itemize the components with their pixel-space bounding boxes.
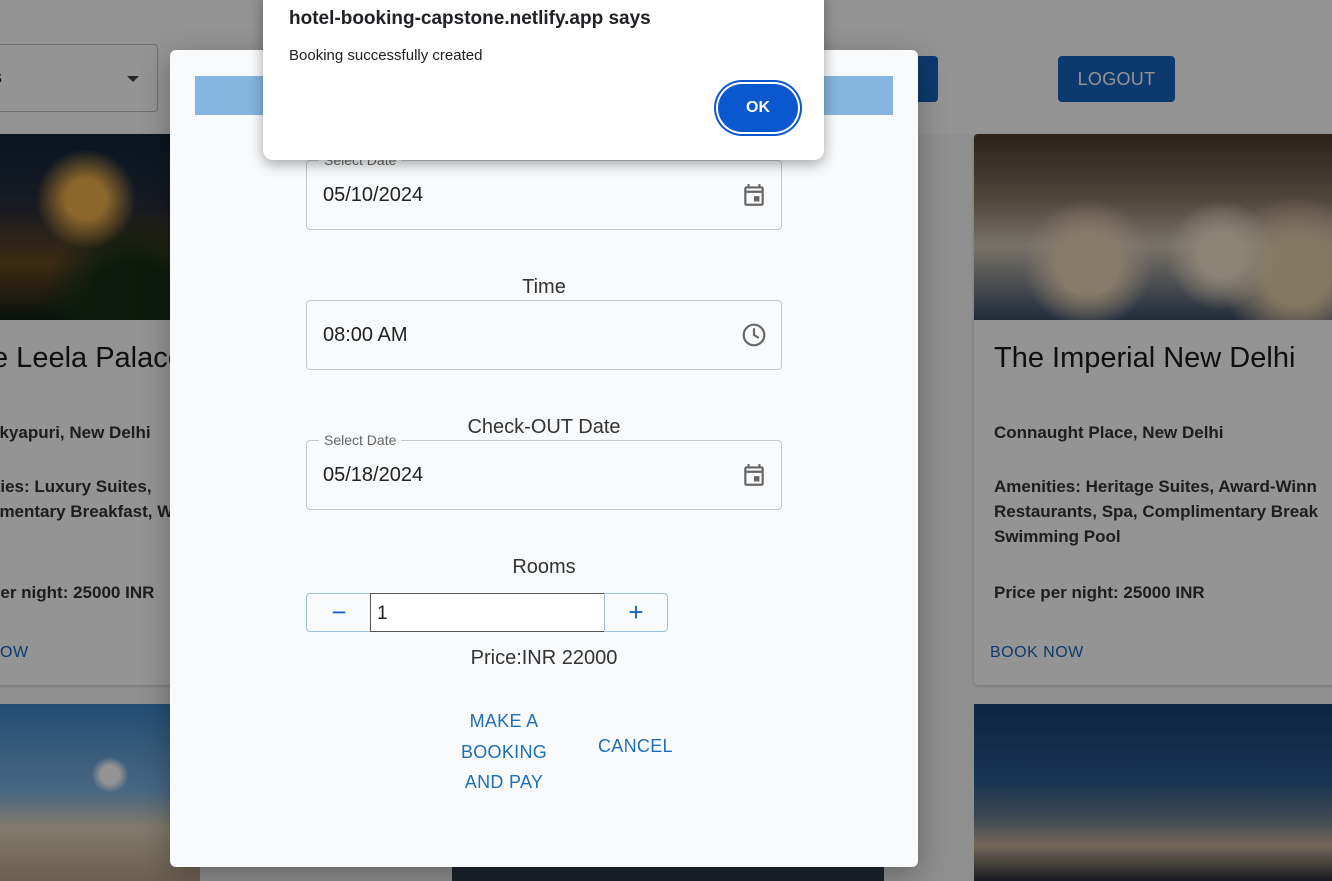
total-price: Price:INR 22000 xyxy=(470,647,618,669)
clock-icon[interactable] xyxy=(741,322,767,348)
checkout-date-field[interactable]: Select Date 05/18/2024 xyxy=(306,432,782,510)
decrement-button[interactable]: − xyxy=(306,593,372,632)
checkout-date-value: 05/18/2024 xyxy=(323,464,424,486)
calendar-icon[interactable] xyxy=(741,182,767,208)
time-value: 08:00 AM xyxy=(323,324,408,346)
page: ns LOGOUT e Leela Palace akyapuri, New D… xyxy=(0,0,1332,881)
checkin-date-value: 05/10/2024 xyxy=(323,184,424,206)
calendar-icon[interactable] xyxy=(741,462,767,488)
checkout-date-legend: Select Date xyxy=(319,432,402,448)
increment-button[interactable]: + xyxy=(604,593,668,632)
alert-ok-button[interactable]: OK xyxy=(718,84,798,132)
alert-message: Booking successfully created xyxy=(289,47,483,64)
make-booking-button[interactable]: MAKE A BOOKING AND PAY xyxy=(449,706,559,798)
alert-title: hotel-booking-capstone.netlify.app says xyxy=(289,8,651,29)
cancel-button[interactable]: CANCEL xyxy=(598,736,673,757)
checkout-label: Check-OUT Date xyxy=(467,416,621,438)
browser-alert-dialog: hotel-booking-capstone.netlify.app says … xyxy=(263,0,824,160)
booking-dialog: Select Date 05/10/2024 Time 08:00 AM Che… xyxy=(170,50,918,867)
rooms-input[interactable]: 1 xyxy=(370,593,606,632)
time-field[interactable]: 08:00 AM xyxy=(306,300,782,370)
time-label: Time xyxy=(522,276,566,298)
rooms-label: Rooms xyxy=(512,556,576,578)
rooms-stepper: − 1 + xyxy=(306,593,668,632)
checkin-date-field[interactable]: Select Date 05/10/2024 xyxy=(306,152,782,230)
